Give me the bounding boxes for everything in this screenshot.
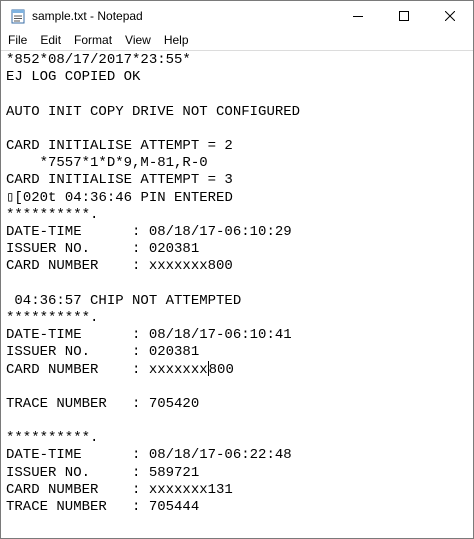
minimize-button[interactable] — [335, 1, 381, 31]
text-line[interactable]: 04:36:57 CHIP NOT ATTEMPTED — [6, 293, 300, 310]
menu-file[interactable]: File — [1, 31, 33, 50]
close-button[interactable] — [427, 1, 473, 31]
text-line[interactable]: ▯[020t 04:36:46 PIN ENTERED — [6, 190, 300, 207]
menu-format[interactable]: Format — [67, 31, 118, 50]
title-bar[interactable]: sample.txt - Notepad — [1, 1, 473, 31]
text-editor[interactable]: *852*08/17/2017*23:55* EJ LOG COPIED OK AU… — [1, 50, 473, 537]
text-line[interactable]: CARD NUMBER : xxxxxxx800 — [6, 361, 300, 378]
text-line[interactable]: TRACE NUMBER : 705420 — [6, 396, 300, 413]
text-line[interactable]: DATE-TIME : 08/18/17-06:10:29 — [6, 224, 300, 241]
menu-bar: File Edit Format View Help — [1, 31, 473, 50]
text-line[interactable]: AUTO INIT COPY DRIVE NOT CONFIGURED — [6, 104, 300, 121]
text-line[interactable] — [6, 413, 300, 430]
text-line[interactable]: ISSUER NO. : 020381 — [6, 241, 300, 258]
text-line[interactable] — [6, 275, 300, 292]
text-line[interactable]: *7557*1*D*9,M-81,R-0 — [6, 155, 300, 172]
text-line[interactable] — [6, 86, 300, 103]
text-line[interactable]: **********. — [6, 207, 300, 224]
maximize-icon — [399, 11, 409, 21]
text-line[interactable]: CARD INITIALISE ATTEMPT = 2 — [6, 138, 300, 155]
window-title: sample.txt - Notepad — [32, 9, 143, 23]
text-line[interactable]: **********. — [6, 310, 300, 327]
notepad-icon — [10, 8, 26, 24]
menu-edit[interactable]: Edit — [33, 31, 67, 50]
maximize-button[interactable] — [381, 1, 427, 31]
text-line[interactable]: CARD NUMBER : xxxxxxx800 — [6, 258, 300, 275]
text-line[interactable]: *852*08/17/2017*23:55* — [6, 52, 300, 69]
menu-view[interactable]: View — [118, 31, 157, 50]
text-line[interactable] — [6, 121, 300, 138]
close-icon — [445, 11, 455, 21]
text-line[interactable]: EJ LOG COPIED OK — [6, 69, 300, 86]
text-line[interactable]: CARD INITIALISE ATTEMPT = 3 — [6, 172, 300, 189]
document-text[interactable]: *852*08/17/2017*23:55* EJ LOG COPIED OK AU… — [6, 52, 300, 516]
window-controls — [335, 1, 473, 31]
notepad-window: sample.txt - Notepad File Edit Format Vi… — [0, 0, 474, 539]
text-after-caret: 800 — [208, 362, 234, 379]
text-line[interactable]: TRACE NUMBER : 705444 — [6, 499, 300, 516]
text-line[interactable]: ISSUER NO. : 589721 — [6, 465, 300, 482]
text-line[interactable]: DATE-TIME : 08/18/17-06:10:41 — [6, 327, 300, 344]
minimize-icon — [353, 16, 363, 17]
text-before-caret: CARD NUMBER : xxxxxxx — [6, 362, 208, 379]
text-line[interactable]: ISSUER NO. : 020381 — [6, 344, 300, 361]
text-line[interactable]: CARD NUMBER : xxxxxxx131 — [6, 482, 300, 499]
text-line[interactable] — [6, 379, 300, 396]
menu-help[interactable]: Help — [157, 31, 195, 50]
text-line[interactable]: DATE-TIME : 08/18/17-06:22:48 — [6, 447, 300, 464]
text-line[interactable]: **********. — [6, 430, 300, 447]
